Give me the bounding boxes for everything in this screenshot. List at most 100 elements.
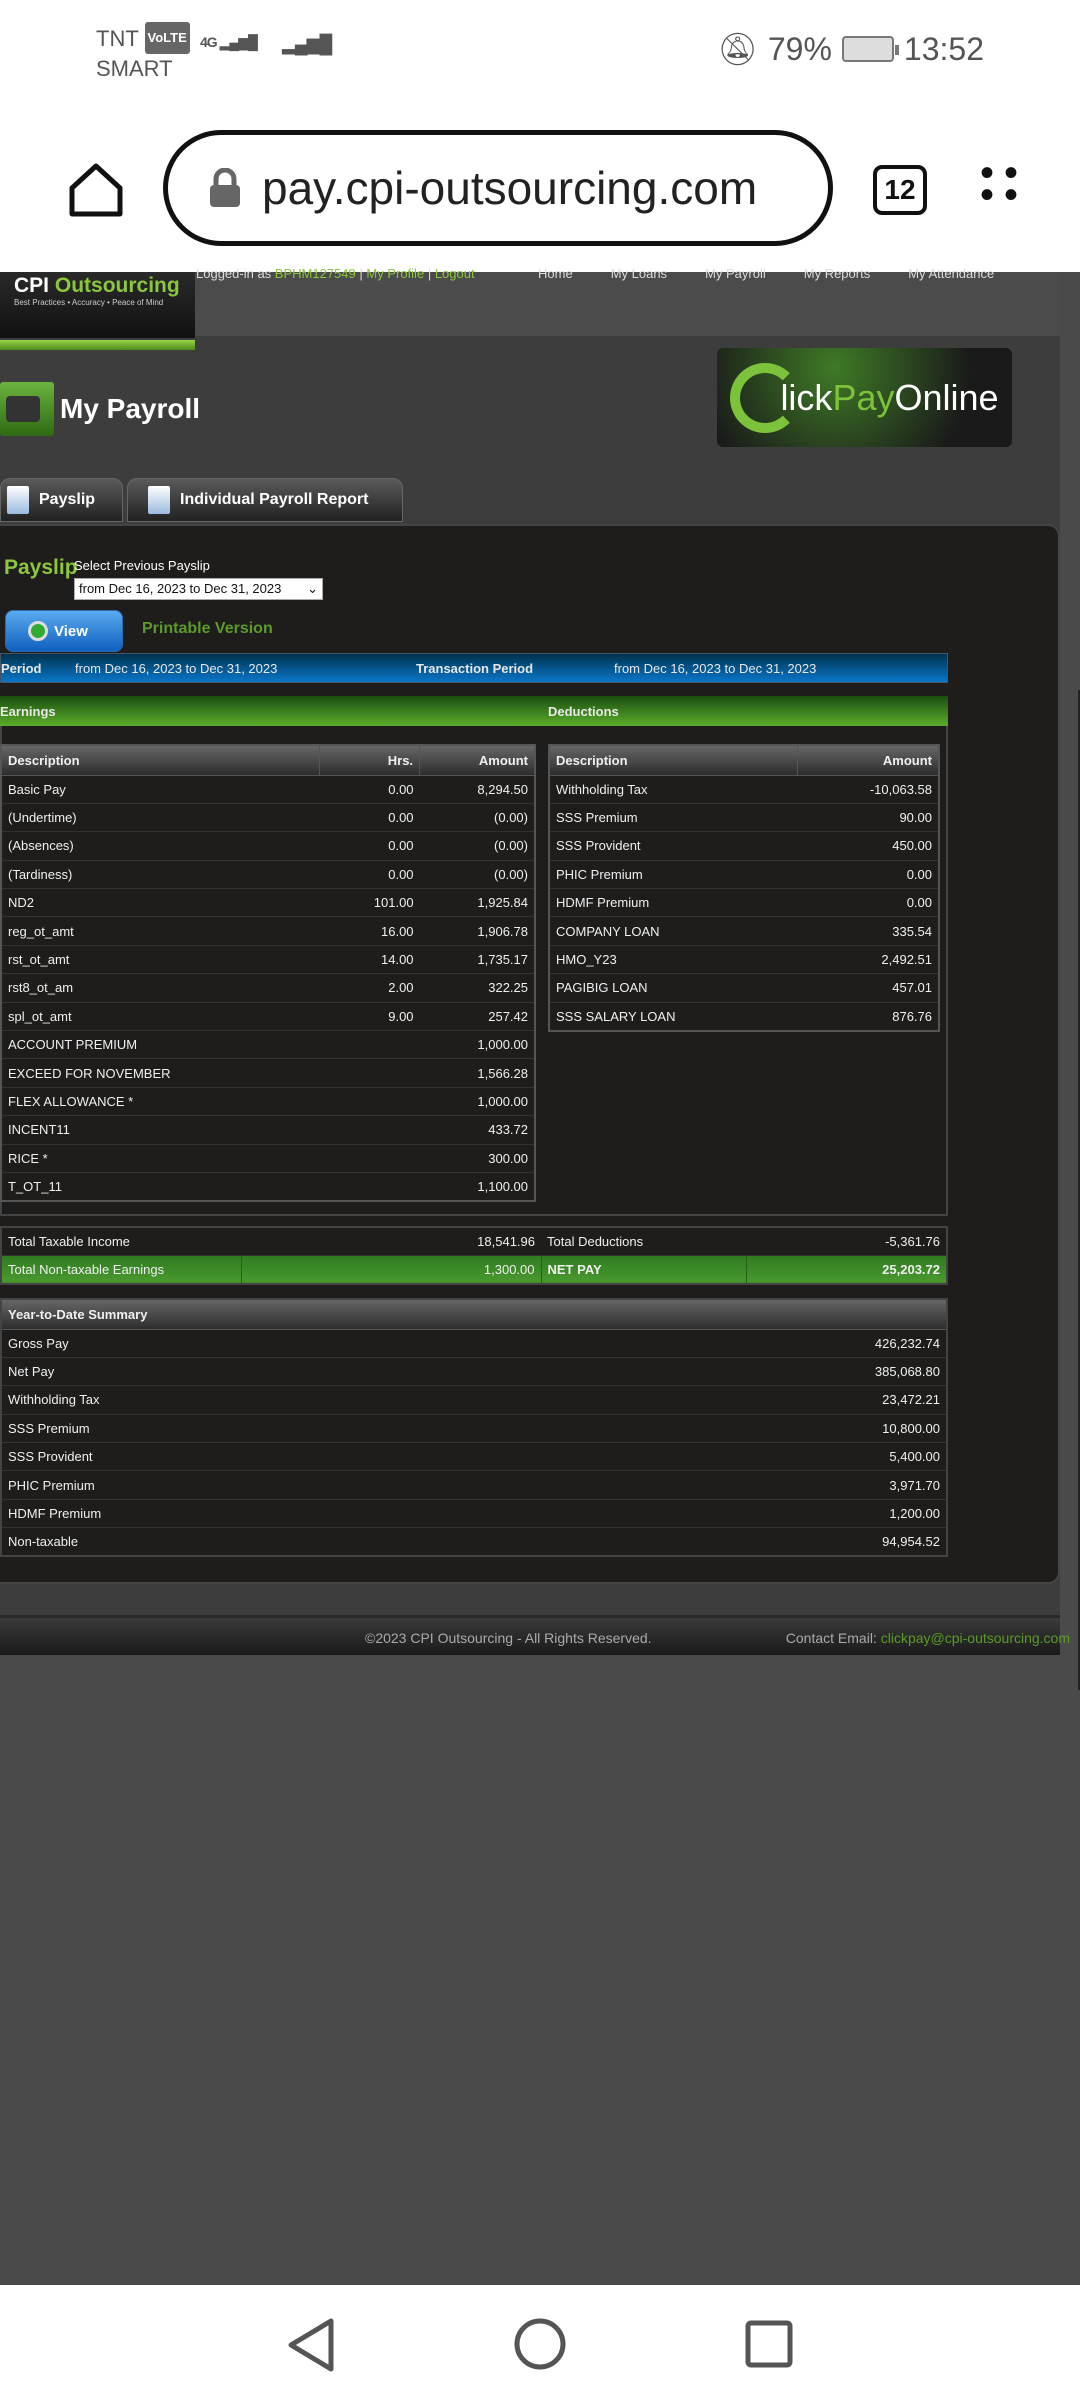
table-row: (Tardiness) 0.00 (0.00) <box>1 860 535 890</box>
nontaxable-value: 1,300.00 <box>241 1255 542 1285</box>
hours <box>319 1087 420 1117</box>
ytd-value: 1,200.00 <box>546 1499 947 1529</box>
tab-switcher-button[interactable]: 12 <box>873 165 927 215</box>
hours <box>319 1058 420 1088</box>
view-button[interactable]: View <box>5 610 123 652</box>
row-description: HMO_Y23 <box>549 945 798 975</box>
amount: 1,906.78 <box>419 916 535 946</box>
select-label: Select Previous Payslip <box>74 558 210 573</box>
table-row: PAGIBIG LOAN 457.01 <box>549 973 939 1003</box>
earnings-table: Description Hrs. Amount Basic Pay 0.00 8,294.… <box>0 744 536 1202</box>
more-menu-icon[interactable]: •• •• <box>980 153 1020 222</box>
table-row: EXCEED FOR NOVEMBER 1,566.28 <box>1 1058 535 1088</box>
ytd-value: 385,068.80 <box>546 1357 947 1387</box>
period-value: from Dec 16, 2023 to Dec 31, 2023 <box>75 660 278 676</box>
ytd-value: 94,954.52 <box>546 1527 947 1557</box>
amount: 0.00 <box>797 860 939 890</box>
amount: 90.00 <box>797 803 939 833</box>
bell-off-icon: 🔕︎ <box>717 31 758 67</box>
row-description: PHIC Premium <box>549 860 798 890</box>
hours: 0.00 <box>319 860 420 890</box>
amount: 322.25 <box>419 973 535 1003</box>
table-row: FLEX ALLOWANCE * 1,000.00 <box>1 1087 535 1117</box>
recents-icon[interactable] <box>744 2319 794 2369</box>
green-accent-bar <box>0 340 195 350</box>
period-label: Period <box>1 660 42 676</box>
tab-individual-payroll-report[interactable]: Individual Payroll Report <box>127 478 403 522</box>
table-header-row: Description Hrs. Amount <box>0 744 536 776</box>
home-circle-icon[interactable] <box>513 2317 567 2371</box>
address-bar[interactable]: pay.cpi-outsourcing.com <box>163 130 833 246</box>
ytd-value: 10,800.00 <box>546 1414 947 1444</box>
logout-link[interactable]: Logout <box>435 266 475 281</box>
amount: 1,000.00 <box>419 1030 535 1060</box>
volte-badge: VoLTE <box>144 22 190 54</box>
table-row: SSS Provident 450.00 <box>549 831 939 861</box>
nav-my-loans[interactable]: My Loans <box>611 266 667 281</box>
home-icon[interactable] <box>66 160 126 220</box>
status-right: 🔕︎ 79% 13:52 <box>717 30 984 68</box>
logo-main: CPI <box>14 274 50 297</box>
amount: -10,063.58 <box>797 775 939 804</box>
my-profile-link[interactable]: My Profile <box>366 266 424 281</box>
magnifier-icon <box>28 621 48 641</box>
table-row: Net Pay 385,068.80 <box>1 1357 947 1387</box>
table-row: HDMF Premium 0.00 <box>549 888 939 918</box>
row-description: rst_ot_amt <box>1 945 320 975</box>
back-icon[interactable] <box>285 2317 337 2373</box>
table-header-row: Description Amount <box>548 744 940 776</box>
lock-icon <box>210 168 240 207</box>
cpi-logo[interactable]: CPI Outsourcing Best Practices • Accurac… <box>0 272 195 338</box>
row-description: SSS Provident <box>549 831 798 861</box>
nav-my-reports[interactable]: My Reports <box>804 266 870 281</box>
site-footer: ©2023 CPI Outsourcing - All Rights Reser… <box>0 1615 1070 1655</box>
nav-my-payroll[interactable]: My Payroll <box>705 266 766 281</box>
ytd-label: Net Pay <box>1 1357 547 1387</box>
table-row: rst8_ot_am 2.00 322.25 <box>1 973 535 1003</box>
table-row: HDMF Premium 1,200.00 <box>1 1499 947 1529</box>
copyright: ©2023 CPI Outsourcing - All Rights Reser… <box>365 1630 652 1646</box>
row-description: HDMF Premium <box>549 888 798 918</box>
printable-version-link[interactable]: Printable Version <box>142 620 273 638</box>
amount: (0.00) <box>419 803 535 833</box>
row-description: (Undertime) <box>1 803 320 833</box>
logged-in-label: Logged-in as <box>196 266 272 281</box>
column-header: Amount <box>797 744 940 776</box>
table-row: Withholding Tax -10,063.58 <box>549 775 939 804</box>
tab-payslip[interactable]: Payslip <box>0 478 123 522</box>
ytd-label: Gross Pay <box>1 1329 547 1358</box>
payslip-panel: Payslip Select Previous Payslip from Dec… <box>0 524 1060 1584</box>
nontaxable-label: Total Non-taxable Earnings <box>1 1255 242 1285</box>
table-row: spl_ot_amt 9.00 257.42 <box>1 1002 535 1032</box>
row-description: (Absences) <box>1 831 320 861</box>
total-deductions-label: Total Deductions <box>541 1227 746 1256</box>
total-taxable-label: Total Taxable Income <box>1 1227 241 1256</box>
row-description: INCENT11 <box>1 1115 320 1145</box>
row-description: T_OT_11 <box>1 1172 320 1202</box>
period-bar: Period from Dec 16, 2023 to Dec 31, 2023… <box>0 653 948 683</box>
payslip-select[interactable]: from Dec 16, 2023 to Dec 31, 2023 ⌄ <box>74 578 323 600</box>
amount: 0.00 <box>797 888 939 918</box>
report-icon <box>148 486 170 514</box>
ytd-value: 426,232.74 <box>546 1329 947 1358</box>
hours: 14.00 <box>319 945 420 975</box>
hours: 0.00 <box>319 831 420 861</box>
nav-my-attendance[interactable]: My Attendance <box>908 266 994 281</box>
contact-label: Contact Email: <box>785 1630 877 1646</box>
hours: 16.00 <box>319 916 420 946</box>
nav-home[interactable]: Home <box>538 266 573 281</box>
table-row: PHIC Premium 3,971.70 <box>1 1470 947 1500</box>
table-row: Gross Pay 426,232.74 <box>1 1329 947 1358</box>
login-info: Logged-in as BPHM127549 | My Profile | L… <box>196 266 475 281</box>
table-row: Non-taxable 94,954.52 <box>1 1527 947 1557</box>
amount: 876.76 <box>797 1002 939 1032</box>
hours: 0.00 <box>319 775 420 804</box>
amount: 1,000.00 <box>419 1087 535 1117</box>
contact-email-link[interactable]: clickpay@cpi-outsourcing.com <box>881 1630 1070 1646</box>
column-header: Description <box>0 744 321 776</box>
table-row: rst_ot_amt 14.00 1,735.17 <box>1 945 535 975</box>
browser-toolbar: pay.cpi-outsourcing.com 12 •• •• <box>0 120 1080 272</box>
ytd-title: Year-to-Date Summary <box>0 1298 948 1330</box>
column-header: Amount <box>419 744 536 776</box>
net-pay-value: 25,203.72 <box>746 1255 948 1285</box>
